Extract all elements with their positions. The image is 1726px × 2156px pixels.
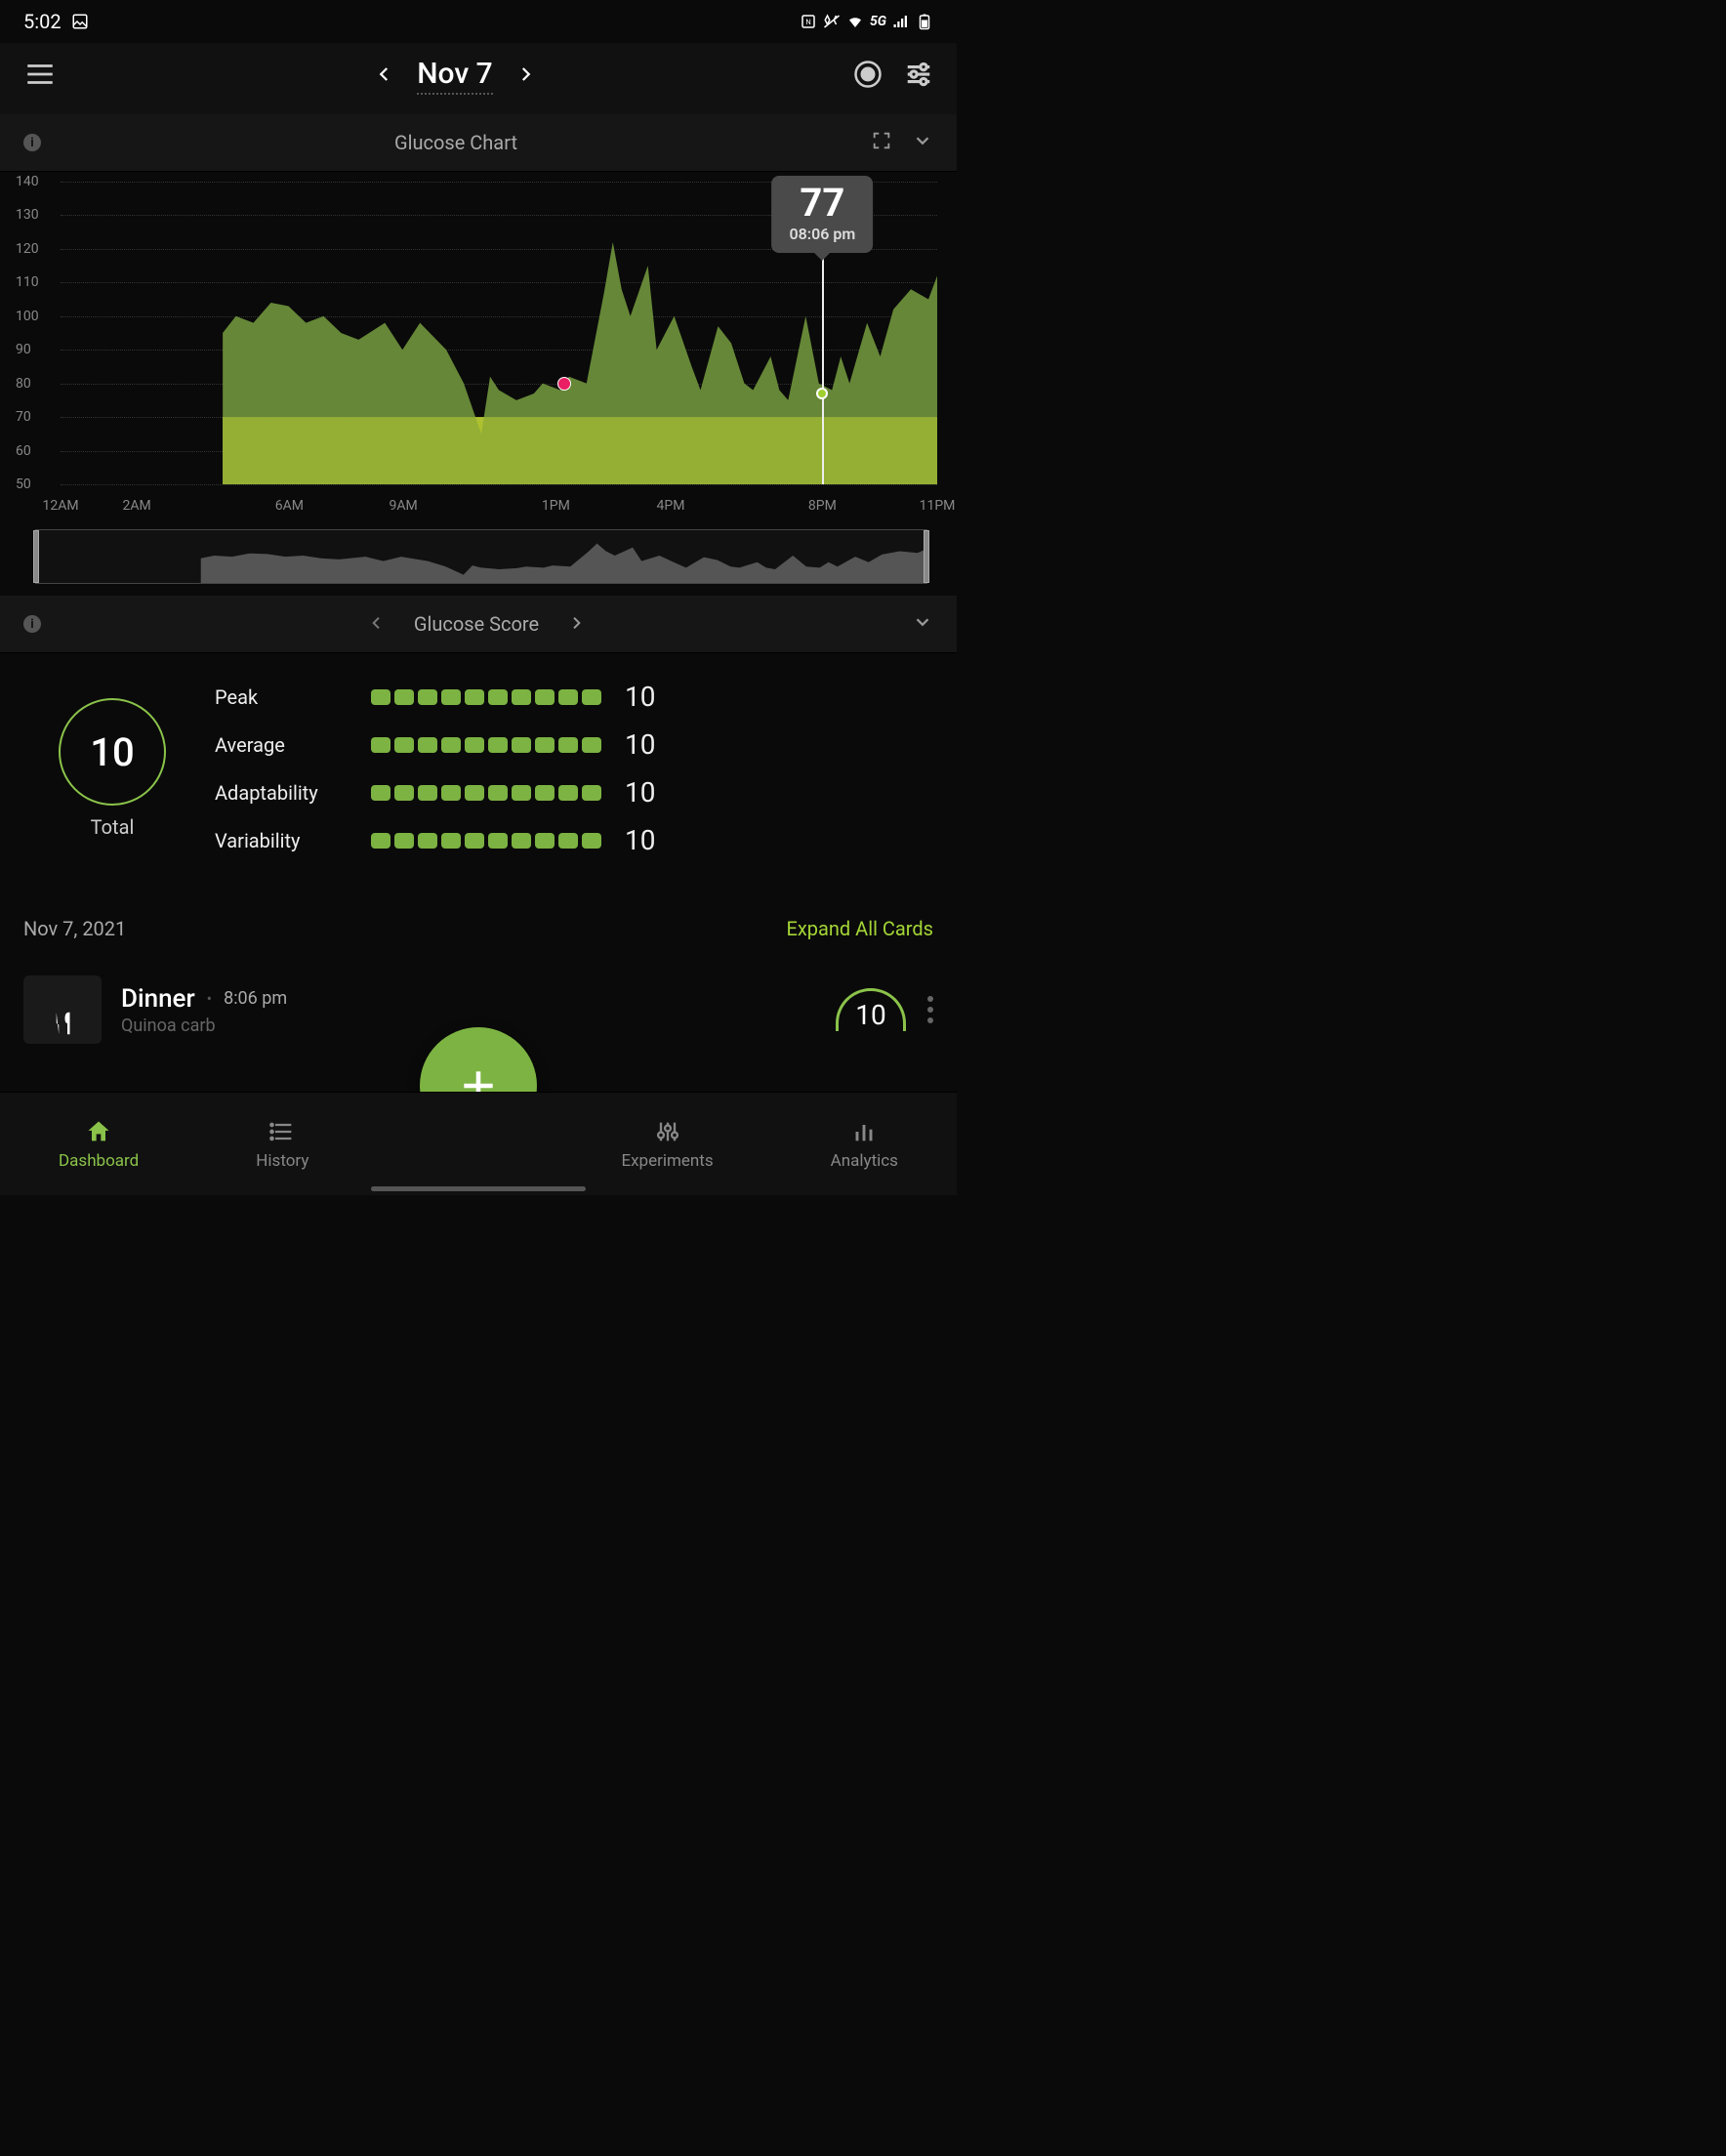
score-total-value: 10	[90, 729, 134, 775]
y-tick: 90	[16, 342, 31, 357]
filter-button[interactable]	[904, 60, 933, 93]
nav-label: Experiments	[621, 1151, 713, 1171]
nav-analytics[interactable]: Analytics	[831, 1118, 898, 1171]
score-row-pips	[371, 785, 605, 801]
x-tick: 8PM	[808, 498, 837, 514]
y-tick: 50	[16, 477, 31, 492]
x-tick: 6AM	[275, 498, 304, 514]
score-prev-button[interactable]	[369, 612, 385, 636]
image-icon	[71, 13, 89, 30]
signal-icon	[892, 13, 910, 30]
nav-label: History	[256, 1151, 308, 1171]
section-title: Glucose Score	[414, 612, 539, 636]
info-icon[interactable]: i	[23, 615, 41, 633]
collapse-button[interactable]	[912, 611, 933, 637]
y-tick: 140	[16, 174, 39, 189]
network-label: 5G	[870, 14, 886, 29]
y-tick: 70	[16, 409, 31, 425]
score-total-label: Total	[59, 815, 166, 839]
score-row: Average 10	[215, 728, 898, 761]
entries-date: Nov 7, 2021	[23, 917, 126, 940]
entry-time: 8:06 pm	[224, 988, 287, 1009]
info-icon[interactable]: i	[23, 134, 41, 151]
entry-title: Dinner	[121, 984, 195, 1014]
event-marker[interactable]	[557, 377, 571, 391]
score-row-value: 10	[625, 681, 655, 713]
x-tick: 1PM	[542, 498, 570, 514]
glucose-score-header: i Glucose Score	[0, 596, 957, 653]
y-tick: 100	[16, 309, 39, 324]
glucose-chart[interactable]: 50 60 70 80 90 100 110 120 130 140 12AM 2AM 6AM 9AM 1P…	[0, 172, 957, 584]
nav-label: Analytics	[831, 1151, 898, 1171]
x-tick: 11PM	[920, 498, 956, 514]
entries-header: Nov 7, 2021 Expand All Cards	[0, 895, 957, 962]
fullscreen-button[interactable]	[871, 130, 892, 155]
score-row-name: Variability	[215, 829, 371, 852]
entry-more-button[interactable]	[927, 996, 933, 1023]
record-button[interactable]	[853, 60, 883, 93]
x-tick: 9AM	[389, 498, 417, 514]
collapse-button[interactable]	[912, 130, 933, 155]
entry-score-ring: 10	[836, 988, 906, 1031]
app-header: Nov 7	[0, 43, 957, 114]
score-row-value: 10	[625, 728, 655, 761]
score-row-value: 10	[625, 776, 655, 808]
x-tick: 4PM	[657, 498, 685, 514]
svg-text:N: N	[805, 18, 810, 26]
chart-scrubber[interactable]	[35, 529, 927, 584]
home-indicator	[371, 1186, 586, 1191]
nav-experiments[interactable]: Experiments	[621, 1118, 713, 1171]
scrub-handle-left[interactable]	[33, 530, 39, 583]
vibrate-icon	[823, 13, 841, 30]
tooltip-value: 77	[789, 184, 855, 223]
entry-thumb	[23, 975, 102, 1044]
expand-all-button[interactable]: Expand All Cards	[786, 917, 933, 940]
score-row: Adaptability 10	[215, 776, 898, 808]
score-row-pips	[371, 689, 605, 705]
chart-tooltip: 77 08:06 pm	[771, 176, 873, 253]
x-tick: 2AM	[123, 498, 151, 514]
y-tick: 80	[16, 376, 31, 392]
y-tick: 110	[16, 274, 39, 290]
battery-icon	[916, 13, 933, 30]
tooltip-time: 08:06 pm	[789, 225, 855, 243]
y-tick: 130	[16, 207, 39, 223]
score-row-name: Average	[215, 733, 371, 757]
section-title: Glucose Chart	[394, 131, 517, 154]
score-next-button[interactable]	[568, 612, 584, 636]
status-bar: 5:02 N 5G	[0, 0, 957, 43]
bottom-nav: Dashboard History Experiments Analytics	[0, 1092, 957, 1195]
scrub-handle-right[interactable]	[924, 530, 929, 583]
score-row-value: 10	[625, 824, 655, 856]
score-row-pips	[371, 737, 605, 753]
score-row: Variability 10	[215, 824, 898, 856]
x-tick: 12AM	[42, 498, 78, 514]
y-tick: 60	[16, 443, 31, 459]
prev-day-button[interactable]	[376, 65, 393, 87]
score-row: Peak 10	[215, 681, 898, 713]
score-row-name: Adaptability	[215, 781, 371, 805]
status-time: 5:02	[23, 10, 62, 33]
y-tick: 120	[16, 241, 39, 257]
date-label[interactable]: Nov 7	[417, 57, 492, 95]
wifi-icon	[846, 13, 864, 30]
nav-dashboard[interactable]: Dashboard	[59, 1118, 139, 1171]
menu-button[interactable]	[23, 58, 57, 95]
glucose-score-body: 10 Total Peak10Average10Adaptability10Va…	[0, 653, 957, 895]
nfc-icon: N	[800, 13, 817, 30]
glucose-chart-header: i Glucose Chart	[0, 114, 957, 172]
score-row-pips	[371, 833, 605, 849]
score-total-ring: 10	[59, 698, 166, 806]
score-row-name: Peak	[215, 685, 371, 709]
nav-label: Dashboard	[59, 1151, 139, 1171]
next-day-button[interactable]	[516, 65, 534, 87]
nav-history[interactable]: History	[256, 1118, 308, 1171]
